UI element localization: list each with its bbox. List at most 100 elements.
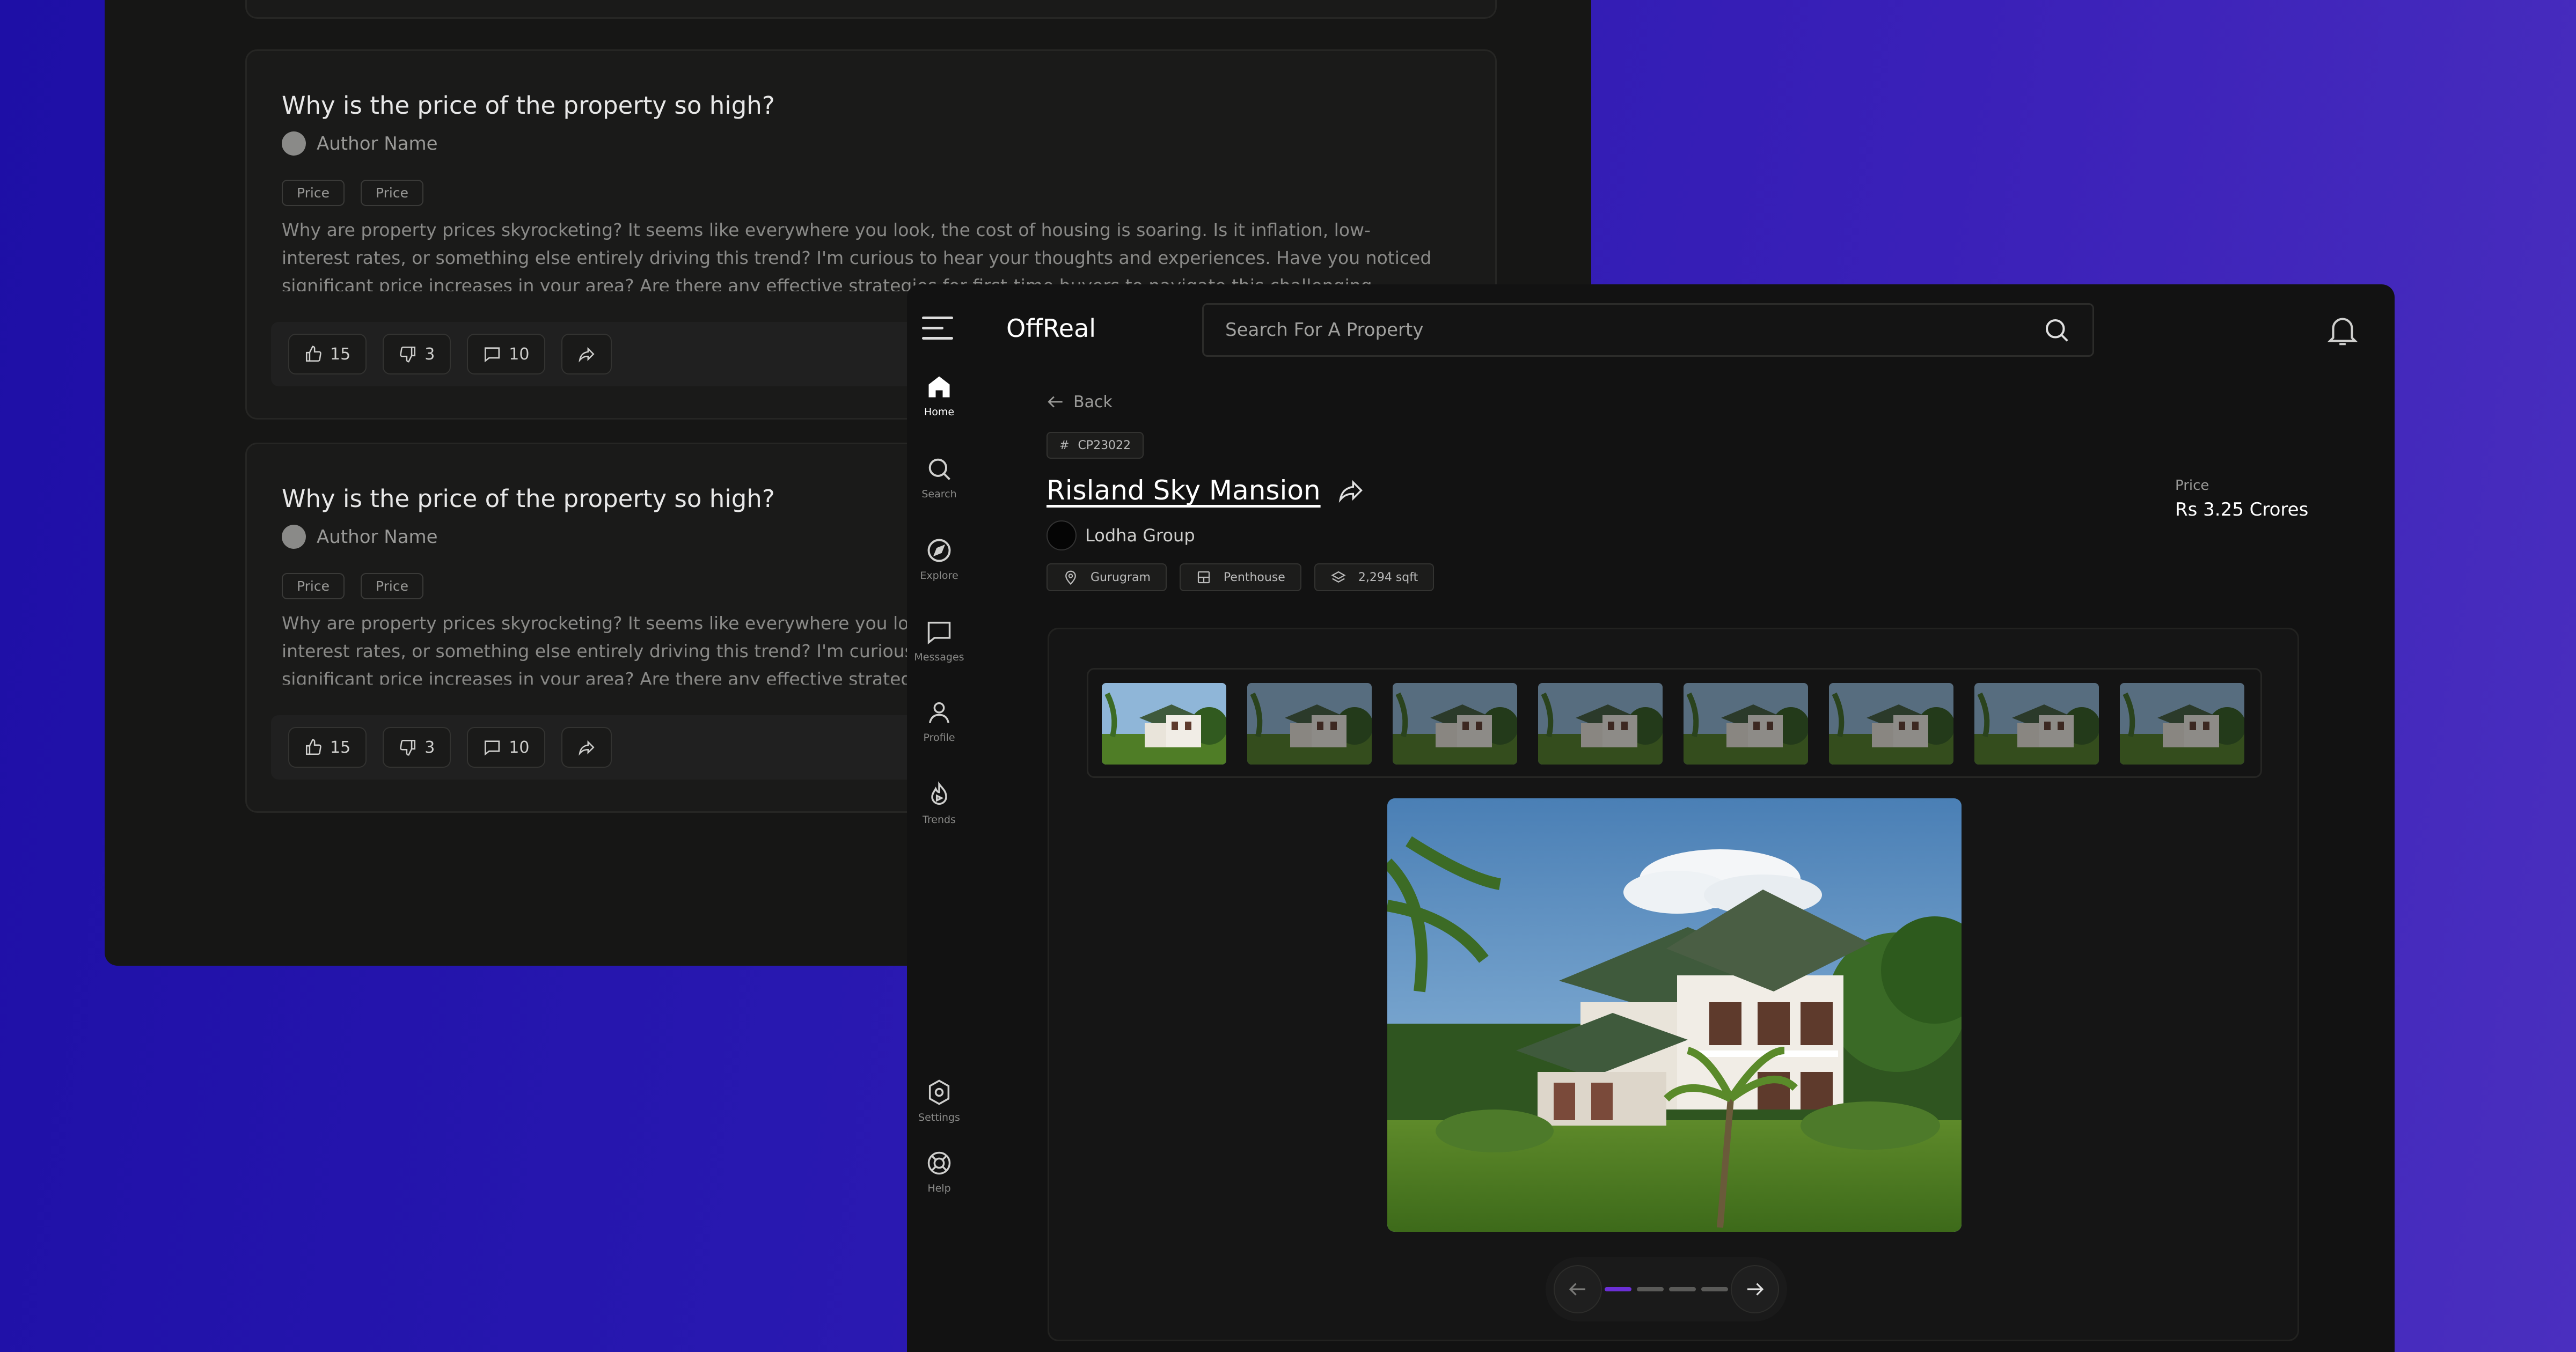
property-app-window: Home Search Explore Messages Profile Tre…: [907, 284, 2395, 1352]
share-icon: [579, 347, 595, 363]
dislike-button[interactable]: 3: [383, 334, 451, 374]
location-pin-icon: [1065, 570, 1076, 585]
previous-button[interactable]: [1554, 1265, 1602, 1313]
compass-icon: [927, 539, 951, 562]
comment-count: 10: [509, 344, 530, 364]
gallery-thumbnail[interactable]: [1102, 683, 1226, 765]
comment-count: 10: [509, 738, 530, 757]
author-name[interactable]: Author Name: [317, 526, 438, 548]
search-icon[interactable]: [2042, 315, 2071, 344]
gallery-thumbnail[interactable]: [1538, 683, 1663, 765]
developer-name: Lodha Group: [1085, 525, 1195, 546]
thumbs-up-icon: [305, 739, 321, 755]
app-logo[interactable]: OffReal: [1006, 314, 1096, 343]
sidebar-item-help[interactable]: Help: [907, 1149, 971, 1194]
share-button[interactable]: [561, 334, 612, 374]
arrow-right-icon: [1747, 1283, 1764, 1296]
search-icon: [928, 458, 950, 480]
gallery-thumbnail[interactable]: [1829, 683, 1953, 765]
main-property-photo[interactable]: [1387, 798, 1962, 1232]
area-text: 2,294 sqft: [1358, 570, 1418, 584]
property-title[interactable]: Risland Sky Mansion: [1046, 475, 1321, 506]
comment-button[interactable]: 10: [467, 727, 546, 768]
share-icon[interactable]: [1337, 476, 1365, 504]
tag[interactable]: Price: [361, 180, 423, 206]
menu-icon[interactable]: [922, 317, 953, 341]
property-code-badge: # CP23022: [1046, 432, 1144, 459]
carousel-dot[interactable]: [1669, 1287, 1696, 1291]
thumbs-down-icon: [400, 346, 416, 363]
area-chip: 2,294 sqft: [1314, 563, 1435, 591]
carousel-dot[interactable]: [1701, 1287, 1728, 1291]
comment-icon: [485, 740, 500, 756]
location-chip: Gurugram: [1046, 563, 1167, 591]
comment-icon: [485, 347, 500, 363]
arrow-left-icon: [1569, 1283, 1585, 1296]
house-image: [1387, 798, 1962, 1232]
sidebar-item-label: Explore: [920, 570, 958, 582]
sidebar-item-trends[interactable]: Trends: [907, 781, 971, 826]
tag[interactable]: Price: [282, 180, 345, 206]
sidebar: Home Search Explore Messages Profile Tre…: [907, 284, 971, 1352]
sidebar-item-label: Help: [927, 1182, 951, 1194]
sidebar-item-explore[interactable]: Explore: [907, 537, 971, 582]
search-bar: [1202, 303, 2094, 357]
property-type-chip: Penthouse: [1179, 563, 1301, 591]
sidebar-item-label: Trends: [923, 814, 956, 826]
tag[interactable]: Price: [361, 573, 423, 599]
carousel-dot[interactable]: [1637, 1287, 1664, 1291]
sidebar-item-home[interactable]: Home: [907, 373, 971, 418]
dislike-button[interactable]: 3: [383, 727, 451, 768]
post-tags: Price Price: [282, 180, 423, 206]
gallery-thumbnail[interactable]: [2120, 683, 2244, 765]
carousel-dots: [1605, 1287, 1728, 1291]
post-card: [245, 0, 1497, 19]
message-icon: [927, 621, 951, 645]
price-value: Rs 3.25 Crores: [2175, 499, 2309, 520]
trends-icon: [931, 781, 947, 805]
dislike-count: 3: [425, 344, 435, 364]
next-button[interactable]: [1731, 1265, 1779, 1313]
dislike-count: 3: [425, 738, 435, 757]
sidebar-item-settings[interactable]: Settings: [907, 1078, 971, 1123]
like-button[interactable]: 15: [288, 727, 367, 768]
sidebar-item-search[interactable]: Search: [907, 455, 971, 500]
tag[interactable]: Price: [282, 573, 345, 599]
user-icon: [928, 702, 950, 723]
comment-button[interactable]: 10: [467, 334, 546, 374]
sidebar-item-messages[interactable]: Messages: [907, 618, 971, 663]
like-count: 15: [330, 738, 351, 757]
like-count: 15: [330, 344, 351, 364]
post-author[interactable]: Author Name: [282, 131, 438, 156]
gallery-thumbnail[interactable]: [1974, 683, 2099, 765]
post-author[interactable]: Author Name: [282, 525, 438, 549]
building-icon: [1197, 571, 1210, 584]
sidebar-item-label: Home: [924, 406, 955, 418]
share-button[interactable]: [561, 727, 612, 768]
post-title[interactable]: Why is the price of the property so high…: [282, 484, 775, 513]
avatar: [282, 525, 306, 549]
bell-icon[interactable]: [2324, 311, 2361, 349]
carousel-dot[interactable]: [1605, 1287, 1631, 1291]
back-label: Back: [1073, 392, 1113, 412]
search-input[interactable]: [1225, 319, 2042, 341]
post-title[interactable]: Why is the price of the property so high…: [282, 91, 775, 120]
thumbs-down-icon: [400, 739, 416, 756]
price-block: Price Rs 3.25 Crores: [2175, 477, 2308, 520]
avatar: [282, 131, 306, 156]
developer-row[interactable]: Lodha Group: [1046, 520, 1195, 550]
gallery-thumbnail[interactable]: [1684, 683, 1808, 765]
share-icon: [579, 740, 595, 756]
developer-logo: [1046, 520, 1077, 550]
sidebar-item-label: Messages: [914, 651, 964, 663]
author-name[interactable]: Author Name: [317, 133, 438, 155]
like-button[interactable]: 15: [288, 334, 367, 374]
gallery-thumbnail[interactable]: [1393, 683, 1517, 765]
sidebar-item-profile[interactable]: Profile: [907, 699, 971, 744]
thumbs-up-icon: [305, 346, 321, 362]
property-type-text: Penthouse: [1223, 570, 1285, 584]
back-button[interactable]: Back: [1045, 392, 1113, 412]
thumbnail-strip: [1087, 668, 2262, 778]
gallery-thumbnail[interactable]: [1247, 683, 1372, 765]
gallery-panel: [1048, 628, 2299, 1341]
